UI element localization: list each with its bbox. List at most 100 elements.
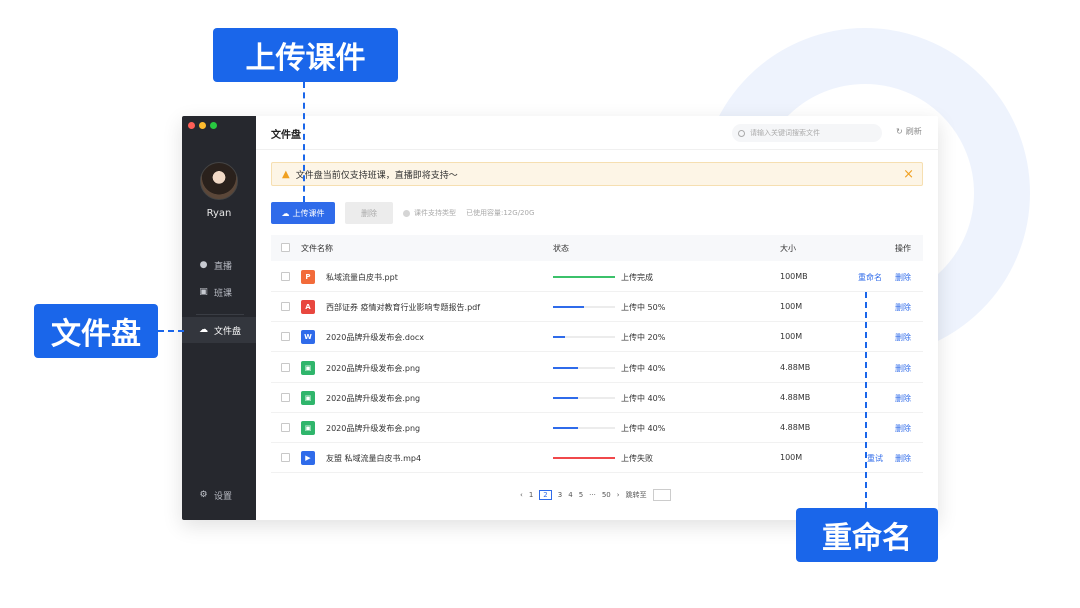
table-row[interactable]: P 私域流量白皮书.ppt 上传完成 100MB 重命名 删除 [271,262,923,292]
row-checkbox[interactable] [281,453,290,463]
retry-link[interactable]: 重试 [867,453,883,464]
notice-banner: ▲ 文件盘当前仅支持班课，直播即将支持～ × [271,162,923,186]
rename-link[interactable]: 重命名 [858,272,882,283]
window-controls [188,122,217,129]
table-header: 文件名称 状态 大小 操作 [271,235,923,261]
upload-progress-bar [553,366,615,369]
jump-page-input[interactable] [652,489,671,501]
table-row[interactable]: ▣ 2020品牌升级发布会.png 上传中 40% 4.88MB 删除 [271,413,923,443]
select-all-checkbox[interactable] [281,243,290,252]
close-window-button[interactable] [188,122,195,129]
sidebar-divider [196,314,244,315]
sidebar-item-class[interactable]: ▣ 班课 [182,279,256,305]
maximize-window-button[interactable] [210,122,217,129]
row-checkbox[interactable] [281,272,290,281]
upload-progress-bar [553,396,615,399]
file-size: 100M [780,332,803,342]
page-ellipsis: ··· [589,491,596,499]
upload-progress-bar [553,427,615,429]
delete-link[interactable]: 删除 [895,363,911,374]
upload-status: 上传中 40% [621,363,666,373]
upload-callout-line [303,82,305,202]
main-panel: 文件盘 请输入关键词搜索文件 ↻ 刷新 ▲ 文件盘当前仅支持班课，直播即将支持～… [256,116,938,520]
table-row[interactable]: ▣ 2020品牌升级发布会.png 上传中 40% 4.88MB 删除 [271,353,923,383]
row-checkbox[interactable] [281,332,290,342]
upload-status: 上传中 20% [621,333,666,343]
close-icon[interactable]: × [903,167,914,182]
delete-link[interactable]: 删除 [895,332,911,343]
top-bar: 文件盘 请输入关键词搜索文件 ↻ 刷新 [256,116,938,150]
file-size: 100MB [780,272,808,281]
page-4[interactable]: 4 [568,491,572,499]
file-size: 100M [780,302,803,312]
pagination: ‹ 1 2 3 4 5 ··· 50 › 跳转至 [520,489,671,501]
sidebar-item-label: 文件盘 [214,326,242,337]
page-5[interactable]: 5 [579,491,583,499]
delete-link[interactable]: 删除 [895,423,911,434]
upload-button[interactable]: ☁ 上传课件 [271,202,335,224]
table-row[interactable]: ▶ 友盟 私域流量白皮书.mp4 上传失败 100M 重试 删除 [271,443,923,474]
table-row[interactable]: ▣ 2020品牌升级发布会.png 上传中 40% 4.88MB 删除 [271,383,923,413]
table-row[interactable]: A 西部证券 疫情对教育行业影响专题报告.pdf 上传中 50% 100M 删除 [271,292,923,323]
upload-progress-fill [553,427,578,429]
avatar[interactable] [200,162,238,200]
upload-status: 上传中 50% [621,303,666,313]
next-page-button[interactable]: › [617,491,620,499]
upload-progress-bar [553,336,615,339]
info-icon [403,209,410,217]
delete-link[interactable]: 删除 [895,453,911,464]
sidebar-item-live[interactable]: ● 直播 [182,252,256,278]
file-type-icon: W [301,330,315,345]
column-header-size: 大小 [780,244,796,253]
upload-progress-fill [553,366,578,369]
class-icon: ▣ [199,287,208,297]
sidebar-item-label: 班课 [214,288,233,299]
page-1[interactable]: 1 [529,491,533,499]
prev-page-button[interactable]: ‹ [520,491,523,499]
minimize-window-button[interactable] [199,122,206,129]
upload-progress-fill [553,457,615,460]
cloud-icon: ☁ [199,325,208,335]
file-name: 友盟 私域流量白皮书.mp4 [326,454,422,464]
cloud-upload-icon: ☁ [281,208,290,218]
sidebar-item-settings[interactable]: ⚙ 设置 [182,482,256,508]
delete-link[interactable]: 删除 [895,393,911,404]
search-placeholder: 请输入关键词搜索文件 [750,129,820,137]
delete-link[interactable]: 删除 [895,272,911,283]
file-name: 2020品牌升级发布会.png [326,393,421,403]
upload-callout: 上传课件 [213,28,398,82]
search-input[interactable]: 请输入关键词搜索文件 [732,124,882,142]
row-checkbox[interactable] [281,362,290,372]
delete-link[interactable]: 删除 [895,302,911,313]
sidebar-item-file-disk[interactable]: ☁ 文件盘 [182,317,256,343]
page-2-current[interactable]: 2 [539,490,552,500]
delete-button[interactable]: 删除 [345,202,393,224]
upload-progress-fill [553,306,584,309]
refresh-button[interactable]: ↻ 刷新 [896,126,922,137]
column-header-name: 文件名称 [301,244,333,253]
page-50[interactable]: 50 [602,491,611,499]
row-checkbox[interactable] [281,302,290,312]
upload-progress-bar [553,306,615,309]
username: Ryan [206,208,232,219]
disk-callout: 文件盘 [34,304,158,358]
jump-label: 跳转至 [625,491,647,499]
upload-hint: 课件支持类型 已使用容量:12G/20G [403,208,534,218]
row-checkbox[interactable] [281,392,290,402]
column-header-actions: 操作 [895,244,911,253]
upload-status: 上传失败 [621,454,653,464]
file-type-icon: ▣ [301,360,315,375]
sidebar: Ryan ● 直播 ▣ 班课 ☁ 文件盘 ⚙ 设置 [182,116,256,520]
page-3[interactable]: 3 [558,491,562,499]
file-size: 4.88MB [780,423,811,432]
upload-progress-fill [553,336,566,339]
file-type-icon: ▶ [301,451,315,466]
row-checkbox[interactable] [281,423,290,432]
upload-progress-fill [553,396,578,399]
upload-status: 上传中 40% [621,424,666,433]
file-type-icon: A [301,300,315,315]
supported-types-link[interactable]: 课件支持类型 [414,208,456,218]
table-row[interactable]: W 2020品牌升级发布会.docx 上传中 20% 100M 删除 [271,322,923,353]
file-name: 2020品牌升级发布会.png [326,363,421,373]
rename-callout-line [865,292,867,508]
